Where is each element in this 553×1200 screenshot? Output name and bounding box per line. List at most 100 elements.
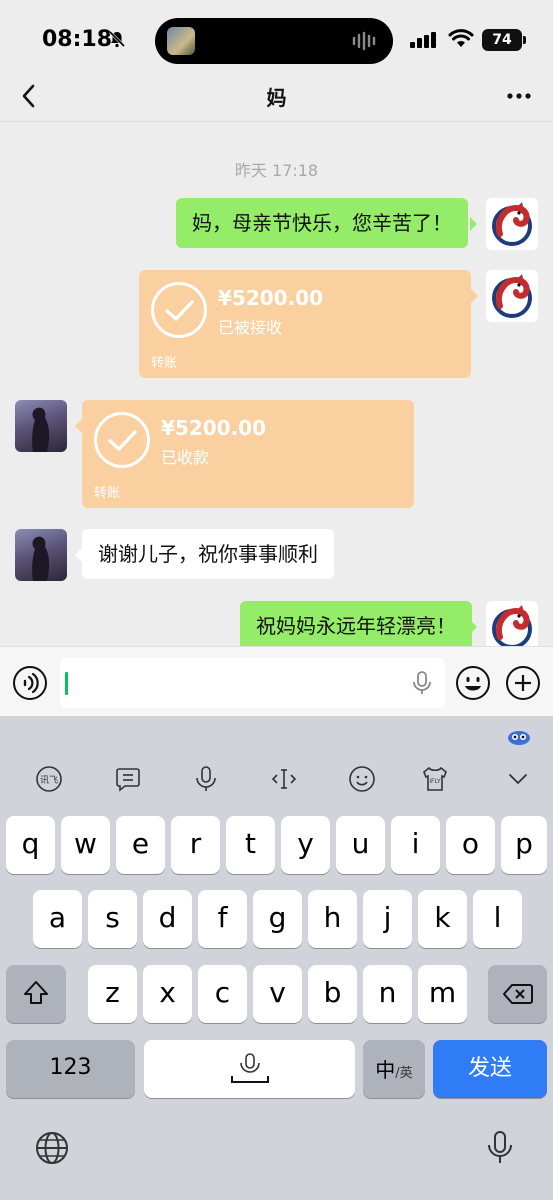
transfer-status: 已收款 bbox=[161, 448, 210, 467]
keyboard: 讯飞 iFLY q w e r t y u i o p a s d f g h … bbox=[0, 716, 553, 1200]
key-r[interactable]: r bbox=[171, 816, 220, 874]
status-time: 08:18 bbox=[42, 27, 113, 52]
key-v[interactable]: v bbox=[253, 965, 302, 1023]
key-i[interactable]: i bbox=[391, 816, 440, 874]
transfer-tag: 转账 bbox=[94, 486, 121, 501]
cursor-move-tool-icon[interactable] bbox=[269, 764, 299, 794]
key-s[interactable]: s bbox=[88, 890, 137, 948]
key-h[interactable]: h bbox=[308, 890, 357, 948]
key-k[interactable]: k bbox=[418, 890, 467, 948]
xunfei-label: 讯飞 bbox=[40, 775, 58, 786]
key-w[interactable]: w bbox=[61, 816, 110, 874]
outgoing-text-bubble[interactable]: 妈，母亲节快乐，您辛苦了！ bbox=[176, 198, 468, 248]
audio-waveform-icon bbox=[352, 31, 376, 51]
bubble-tail bbox=[470, 217, 477, 231]
key-t[interactable]: t bbox=[226, 816, 275, 874]
person-photo-icon bbox=[32, 536, 50, 581]
globe-icon[interactable] bbox=[34, 1130, 70, 1166]
contact-avatar[interactable] bbox=[15, 529, 67, 581]
voice-typing-tool-icon[interactable] bbox=[191, 764, 221, 794]
my-avatar[interactable] bbox=[486, 198, 538, 250]
key-z[interactable]: z bbox=[88, 965, 137, 1023]
outgoing-transfer-card[interactable]: ¥5200.00 已被接收 转账 bbox=[139, 270, 471, 378]
voice-input-toggle-icon[interactable] bbox=[12, 665, 48, 701]
collapse-keyboard-icon[interactable] bbox=[503, 764, 533, 794]
xunfei-tool-icon[interactable]: 讯飞 bbox=[34, 764, 64, 794]
shift-arrow-icon bbox=[24, 981, 48, 1004]
key-y[interactable]: y bbox=[281, 816, 330, 874]
emoji-tool-icon[interactable] bbox=[347, 764, 377, 794]
transfer-status: 已被接收 bbox=[218, 318, 283, 337]
key-g[interactable]: g bbox=[253, 890, 302, 948]
clipboard-tool-icon[interactable] bbox=[113, 764, 143, 794]
bubble-tail bbox=[75, 548, 82, 562]
contact-avatar[interactable] bbox=[15, 400, 67, 452]
key-n[interactable]: n bbox=[363, 965, 412, 1023]
key-x[interactable]: x bbox=[143, 965, 192, 1023]
check-circle-icon bbox=[151, 282, 207, 338]
space-mic-icon bbox=[230, 1053, 269, 1083]
wifi-icon bbox=[448, 29, 474, 47]
bubble-tail bbox=[470, 620, 477, 634]
chat-title: 妈 bbox=[266, 86, 287, 110]
shift-key[interactable] bbox=[6, 965, 66, 1023]
dynamic-island[interactable] bbox=[155, 18, 393, 64]
emoji-icon[interactable] bbox=[455, 665, 491, 701]
dragon-avatar-icon bbox=[492, 202, 532, 246]
dragon-avatar-icon bbox=[492, 274, 532, 318]
transfer-tag: 转账 bbox=[151, 356, 178, 371]
more-options-icon[interactable] bbox=[505, 82, 533, 110]
person-photo-icon bbox=[32, 407, 50, 452]
key-a[interactable]: a bbox=[33, 890, 82, 948]
message-text-field[interactable] bbox=[60, 658, 445, 708]
keyboard-toolbar: 讯飞 iFLY bbox=[0, 716, 553, 816]
key-q[interactable]: q bbox=[6, 816, 55, 874]
language-switch-key[interactable]: 中/英 bbox=[363, 1040, 425, 1098]
outgoing-text-bubble[interactable]: 祝妈妈永远年轻漂亮！ bbox=[240, 601, 472, 646]
numbers-key[interactable]: 123 bbox=[6, 1040, 135, 1098]
chat-header: 妈 bbox=[0, 70, 553, 122]
dragon-avatar-icon bbox=[492, 605, 532, 646]
key-j[interactable]: j bbox=[363, 890, 412, 948]
key-m[interactable]: m bbox=[418, 965, 467, 1023]
backspace-key[interactable] bbox=[488, 965, 547, 1023]
my-avatar[interactable] bbox=[486, 601, 538, 646]
bubble-tail bbox=[471, 289, 478, 303]
keyboard-mascot-icon[interactable] bbox=[507, 728, 531, 746]
now-playing-artwork bbox=[167, 27, 195, 55]
my-avatar[interactable] bbox=[486, 270, 538, 322]
incoming-transfer-card[interactable]: ¥5200.00 已收款 转账 bbox=[82, 400, 414, 508]
key-l[interactable]: l bbox=[473, 890, 522, 948]
wechat-chat-screen: 08:18 74 妈 昨天 17:18 妈，母亲节快乐，您辛苦了！ ¥5200.… bbox=[0, 0, 553, 1200]
battery-indicator: 74 bbox=[482, 29, 522, 51]
key-b[interactable]: b bbox=[308, 965, 357, 1023]
status-bar: 08:18 74 bbox=[0, 0, 553, 80]
key-d[interactable]: d bbox=[143, 890, 192, 948]
key-e[interactable]: e bbox=[116, 816, 165, 874]
space-key[interactable] bbox=[144, 1040, 355, 1098]
cellular-signal-icon bbox=[410, 32, 436, 48]
transfer-amount: ¥5200.00 bbox=[218, 286, 324, 310]
message-timestamp: 昨天 17:18 bbox=[234, 161, 319, 180]
message-input-bar bbox=[0, 646, 553, 716]
transfer-amount: ¥5200.00 bbox=[161, 416, 267, 440]
text-cursor bbox=[65, 672, 68, 695]
lang-key-main: 中 bbox=[375, 1058, 396, 1082]
dictation-mic-icon[interactable] bbox=[486, 1130, 514, 1166]
ifly-label: iFLY bbox=[429, 778, 441, 785]
ifly-skin-tool-icon[interactable]: iFLY bbox=[420, 764, 450, 794]
incoming-text-bubble[interactable]: 谢谢儿子，祝你事事顺利 bbox=[82, 529, 334, 579]
key-c[interactable]: c bbox=[198, 965, 247, 1023]
key-o[interactable]: o bbox=[446, 816, 495, 874]
backspace-icon bbox=[502, 984, 533, 1004]
send-key[interactable]: 发送 bbox=[433, 1040, 547, 1098]
bell-muted-icon bbox=[108, 30, 126, 48]
key-f[interactable]: f bbox=[198, 890, 247, 948]
key-p[interactable]: p bbox=[501, 816, 547, 874]
message-list[interactable]: 昨天 17:18 妈，母亲节快乐，您辛苦了！ ¥5200.00 已被接收 转账 bbox=[0, 123, 553, 646]
key-u[interactable]: u bbox=[336, 816, 385, 874]
plus-circle-icon[interactable] bbox=[505, 665, 541, 701]
check-circle-icon bbox=[94, 412, 150, 468]
microphone-icon[interactable] bbox=[411, 671, 433, 695]
battery-cap bbox=[523, 36, 526, 44]
